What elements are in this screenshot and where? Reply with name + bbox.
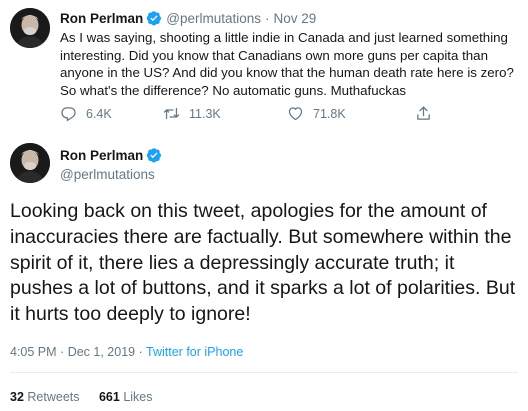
avatar[interactable] (10, 143, 50, 183)
reply-icon (61, 107, 76, 122)
original-tweet[interactable]: Ron Perlman @perlmutations · Nov 29 As I… (0, 0, 528, 137)
tweet-header: Ron Perlman @perlmutations (60, 147, 162, 182)
retweet-count: 11.3K (189, 106, 221, 121)
reply-button[interactable]: 6.4K (60, 105, 112, 122)
retweet-icon (163, 107, 180, 120)
avatar-image (10, 8, 50, 48)
retweets-count: 32 (10, 390, 24, 404)
tweet-header: Ron Perlman @perlmutations · Nov 29 (60, 10, 316, 26)
retweet-button[interactable]: 11.3K (163, 105, 221, 122)
likes-label: Likes (123, 390, 153, 404)
likes-stat[interactable]: 661 Likes (99, 390, 153, 404)
tweet-text: As I was saying, shooting a little indie… (60, 30, 514, 98)
likes-count: 661 (98, 390, 120, 404)
tweet-actions: 6.4K 11.3K 71.8K (60, 105, 480, 125)
divider (10, 372, 518, 373)
tweet-date[interactable]: Dec 1, 2019 (68, 345, 135, 359)
separator: · (265, 10, 270, 26)
heart-icon (288, 107, 303, 121)
tweet-text: Looking back on this tweet, apologies fo… (10, 200, 516, 326)
share-button[interactable] (415, 105, 441, 122)
share-icon (417, 106, 430, 120)
tweet-stats: 32 Retweets 661 Likes (10, 390, 169, 404)
verified-badge-icon (146, 10, 162, 26)
tweet-date[interactable]: Nov 29 (274, 11, 317, 26)
username[interactable]: @perlmutations (166, 11, 261, 26)
display-name[interactable]: Ron Perlman (60, 148, 143, 163)
like-count: 71.8K (313, 106, 346, 121)
display-name[interactable]: Ron Perlman (60, 11, 143, 26)
avatar[interactable] (10, 8, 50, 48)
tweet-metadata: 4:05 PM · Dec 1, 2019 · Twitter for iPho… (10, 345, 243, 359)
separator: · (138, 345, 143, 359)
tweet-time[interactable]: 4:05 PM (10, 345, 57, 359)
separator: · (60, 345, 65, 359)
retweets-stat[interactable]: 32 Retweets (10, 390, 80, 404)
reply-count: 6.4K (86, 106, 112, 121)
tweet-source-link[interactable]: Twitter for iPhone (146, 345, 243, 359)
username[interactable]: @perlmutations (60, 167, 162, 182)
retweets-label: Retweets (27, 390, 80, 404)
like-button[interactable]: 71.8K (287, 105, 346, 122)
avatar-image (10, 143, 50, 183)
verified-badge-icon (146, 147, 162, 163)
